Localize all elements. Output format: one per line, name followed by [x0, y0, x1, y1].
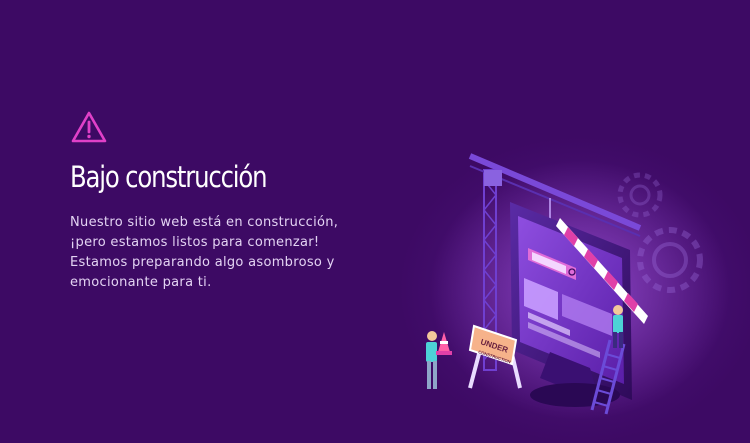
- description-text: Nuestro sitio web está en construcción, …: [70, 213, 370, 293]
- construction-illustration: UNDER CONSTRUCTION: [426, 153, 730, 420]
- under-construction-page: Bajo construcción Nuestro sitio web está…: [0, 0, 750, 443]
- description-line: emocionante para ti.: [70, 275, 212, 290]
- description-line: Nuestro sitio web está en construcción,: [70, 215, 339, 230]
- warning-icon: [71, 111, 107, 143]
- description-line: Estamos preparando algo asombroso y: [70, 255, 335, 270]
- description-line: ¡pero estamos listos para comenzar!: [70, 235, 320, 250]
- crane-cabin: [484, 170, 502, 186]
- page-title: Bajo construcción: [70, 160, 268, 194]
